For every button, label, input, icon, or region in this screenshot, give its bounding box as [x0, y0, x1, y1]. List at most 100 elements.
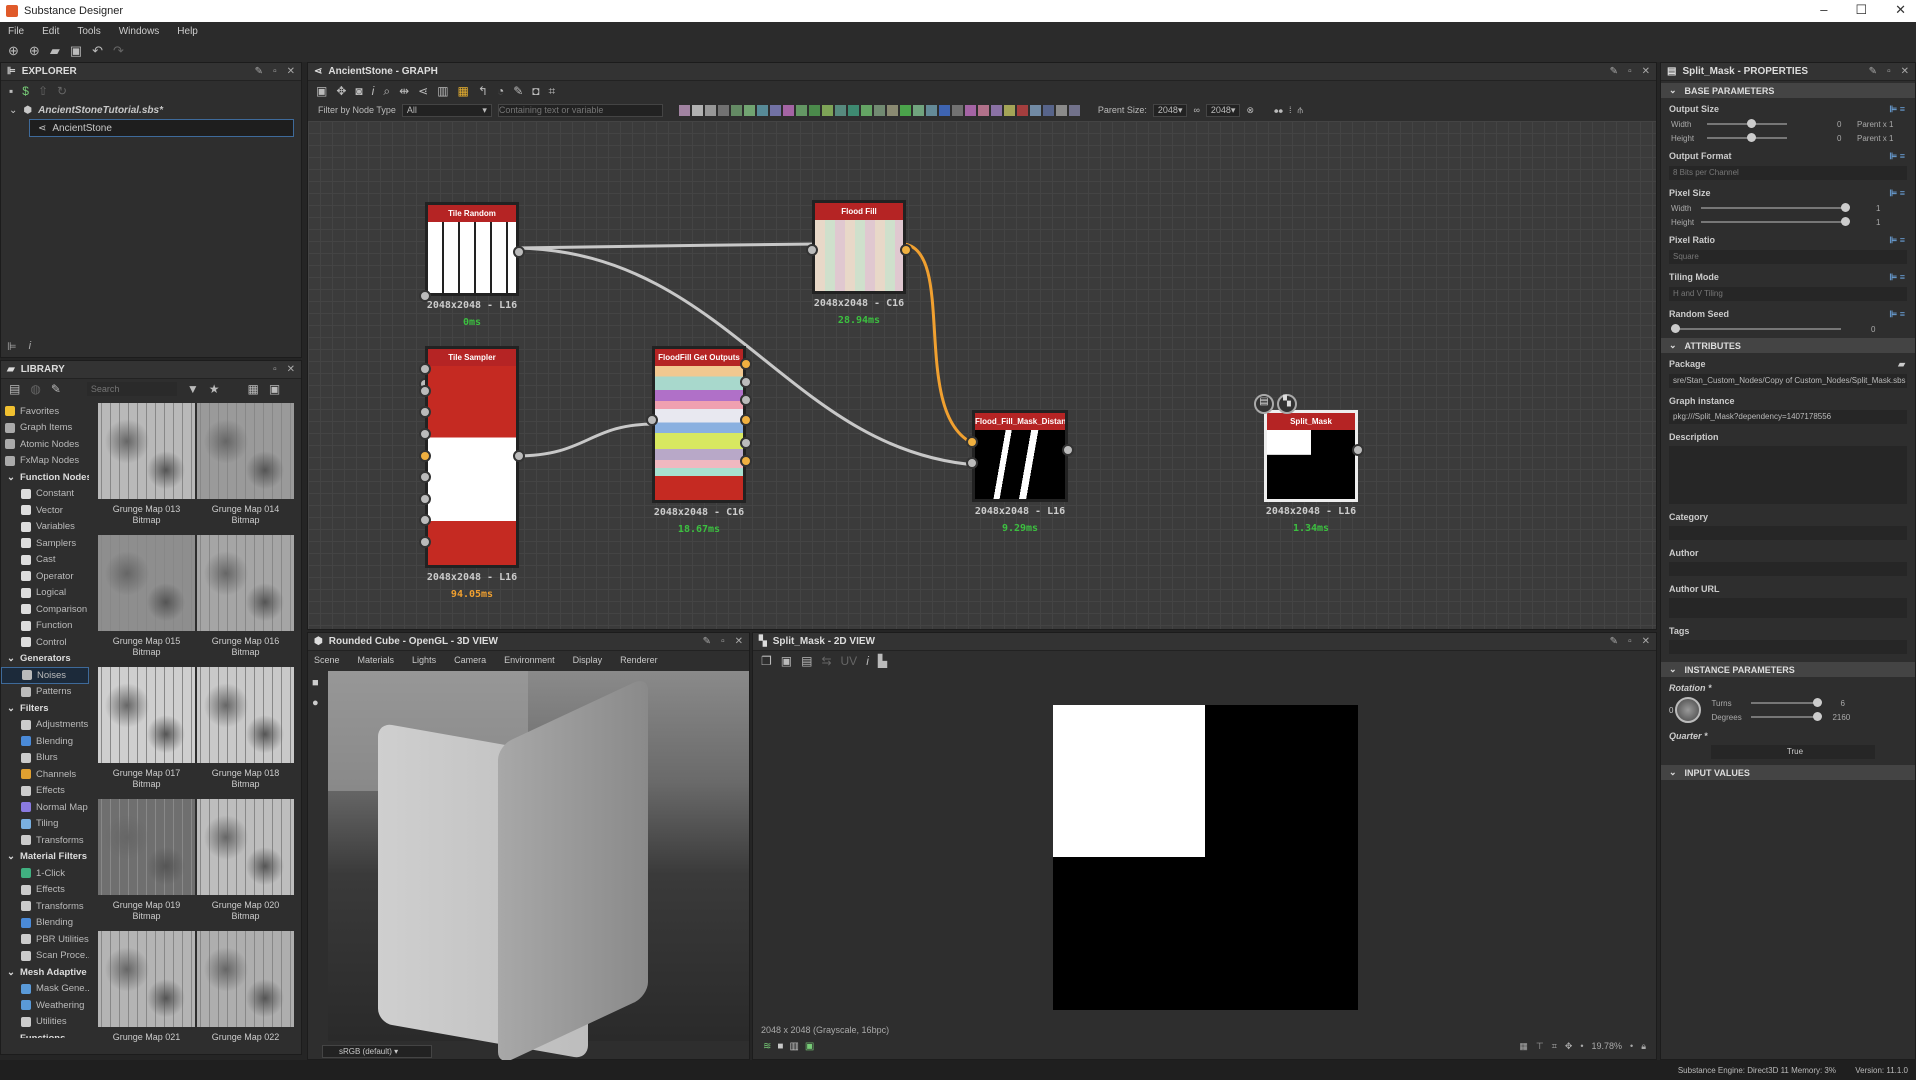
maximize-button[interactable]: ☐ — [1855, 2, 1867, 18]
reset-icon[interactable]: ⊗ — [1246, 105, 1254, 116]
copy-icon[interactable]: ❐ — [761, 654, 772, 668]
grid-icon[interactable]: ▦ — [1519, 1041, 1528, 1052]
menu-tools[interactable]: Tools — [77, 26, 100, 37]
pan-icon[interactable]: ✥ — [336, 84, 346, 98]
output-height-slider[interactable] — [1707, 133, 1787, 142]
new-graph-icon[interactable]: ⊕ — [29, 43, 40, 59]
align-icon[interactable]: ⇹ — [399, 84, 409, 98]
timer-icon[interactable]: ◔ — [497, 84, 504, 98]
chevron-down-icon[interactable]: ⌄ — [7, 851, 15, 862]
connection-tilesampler-getoutputs[interactable] — [515, 422, 656, 458]
library-item-constant[interactable]: Constant — [1, 486, 89, 503]
library-item-control[interactable]: Control — [1, 634, 89, 651]
library-item-graph-items[interactable]: Graph Items — [1, 420, 89, 437]
library-thumbnail[interactable]: Grunge Map 018 Bitmap — [197, 667, 294, 799]
section-attributes[interactable]: ⌄ ATTRIBUTES — [1661, 338, 1915, 353]
layers-icon[interactable]: ≋ — [763, 1041, 771, 1052]
node-type-button[interactable] — [899, 104, 911, 116]
node-type-button[interactable] — [1068, 104, 1080, 116]
quarter-toggle[interactable]: True — [1711, 745, 1875, 759]
library-thumbnail[interactable]: Grunge Map 017 Bitmap — [98, 667, 195, 799]
node-type-button[interactable] — [912, 104, 924, 116]
output-format-select[interactable]: 8 Bits per Channel — [1669, 166, 1907, 180]
preview-icon[interactable]: ◘ — [532, 84, 539, 98]
library-item-vector[interactable]: Vector — [1, 502, 89, 519]
node-tile-random[interactable]: Tile Random — [425, 202, 519, 296]
3d-menu-scene[interactable]: Scene — [314, 655, 340, 665]
author-field[interactable] — [1669, 562, 1907, 576]
menu-help[interactable]: Help — [177, 26, 198, 37]
float-icon[interactable]: ▫ — [721, 636, 725, 647]
tags-field[interactable] — [1669, 640, 1907, 654]
zoom-level[interactable]: 19.78% — [1592, 1041, 1623, 1052]
open-folder-icon[interactable]: ▰ — [50, 43, 60, 59]
library-item-fxmap-nodes[interactable]: FxMap Nodes — [1, 453, 89, 470]
filter-icon[interactable]: ▼ — [187, 382, 199, 396]
pan-icon[interactable]: ✥ — [1565, 1041, 1573, 1052]
float-icon[interactable]: ▫ — [273, 364, 277, 375]
chevron-down-icon[interactable]: ⌄ — [7, 967, 15, 978]
node-type-button[interactable] — [964, 104, 976, 116]
export-icon[interactable]: ▤ — [801, 654, 812, 668]
library-item-blending[interactable]: Blending — [1, 915, 89, 932]
input-port[interactable] — [419, 384, 431, 397]
category-field[interactable] — [1669, 526, 1907, 540]
3d-menu-environment[interactable]: Environment — [504, 655, 555, 665]
undo-icon[interactable]: ↶ — [92, 43, 103, 59]
library-item-function-nodes[interactable]: ⌄ Function Nodes — [1, 469, 89, 486]
input-port[interactable] — [419, 492, 431, 505]
view-mode-icon[interactable]: ▦ — [248, 382, 259, 396]
info-icon[interactable]: i — [29, 340, 31, 353]
library-item-pbr-utilities[interactable]: PBR Utilities — [1, 931, 89, 948]
node-type-button[interactable] — [730, 104, 742, 116]
node-floodfill-get-outputs[interactable]: FloodFill Get Outputs — [652, 346, 746, 503]
hierarchy-icon[interactable]: ⋖ — [418, 84, 428, 98]
connection-floodfill-maskdistance[interactable] — [903, 242, 978, 447]
parent-size-height-select[interactable]: 2048 ▾ — [1205, 103, 1241, 117]
frame-icon[interactable]: ▥ — [437, 84, 448, 98]
frame-all-icon[interactable]: ▣ — [316, 84, 327, 98]
graph-canvas[interactable]: Tile Random 2048x2048 - L16 0ms Flood Fill 2… — [308, 121, 1656, 629]
library-item-scan-proce-[interactable]: Scan Proce... — [1, 948, 89, 965]
library-thumbnail[interactable]: Grunge Map 022 — [197, 931, 294, 1043]
float-icon[interactable]: ▫ — [273, 66, 277, 77]
node-type-button[interactable] — [860, 104, 872, 116]
align-vertical-icon[interactable]: ⁞ — [1289, 105, 1292, 115]
tiling-mode-select[interactable]: H and V Tiling — [1669, 287, 1907, 301]
snap-icon[interactable]: ⫛ — [1298, 105, 1303, 116]
uv-icon[interactable]: UV — [841, 654, 858, 668]
favorite-add-icon[interactable]: ★ — [209, 382, 220, 396]
connection-tilerandom-maskdistance[interactable] — [515, 246, 978, 467]
align-horizontal-icon[interactable]: ⦁⦁ — [1274, 105, 1283, 116]
link-icon[interactable]: ↰ — [478, 84, 488, 98]
node-flood-fill-mask-distance[interactable]: Flood_Fill_Mask_Distance — [972, 410, 1068, 502]
library-thumbnail[interactable]: Grunge Map 015 Bitmap — [98, 535, 195, 667]
library-item-patterns[interactable]: Patterns — [1, 684, 89, 701]
light-icon[interactable]: ● — [312, 697, 319, 709]
library-item-1-click[interactable]: 1-Click — [1, 865, 89, 882]
node-split-mask[interactable]: Split_Mask — [1264, 410, 1358, 502]
close-icon[interactable]: ✕ — [735, 636, 743, 647]
library-item-effects[interactable]: Effects — [1, 882, 89, 899]
node-type-button[interactable] — [977, 104, 989, 116]
close-icon[interactable]: ✕ — [287, 364, 295, 375]
node-type-button[interactable] — [717, 104, 729, 116]
node-type-button[interactable] — [1016, 104, 1028, 116]
chevron-down-icon[interactable]: ⌄ — [7, 472, 15, 483]
new-package-icon[interactable]: ⊕ — [8, 43, 19, 59]
3d-viewport[interactable] — [328, 671, 749, 1066]
menu-edit[interactable]: Edit — [42, 26, 59, 37]
3d-menu-renderer[interactable]: Renderer — [620, 655, 658, 665]
library-item-mesh-adaptive[interactable]: ⌄ Mesh Adaptive — [1, 964, 89, 981]
pin-icon[interactable]: ✎ — [1869, 66, 1877, 77]
search-icon[interactable]: ⌕ — [383, 84, 390, 99]
save-icon[interactable]: ▣ — [70, 43, 82, 59]
library-thumbnail[interactable]: Grunge Map 016 Bitmap — [197, 535, 294, 667]
graph-instance-field[interactable]: pkg:///Split_Mask?dependency=1407178556 — [1669, 410, 1907, 424]
crop-icon[interactable]: ⌗ — [549, 84, 556, 99]
node-type-button[interactable] — [1029, 104, 1041, 116]
output-port[interactable] — [740, 413, 752, 426]
folder-icon[interactable]: ▰ — [1898, 359, 1905, 370]
close-icon[interactable]: ✕ — [1642, 66, 1650, 77]
histogram-icon[interactable]: ▙ — [878, 654, 887, 668]
